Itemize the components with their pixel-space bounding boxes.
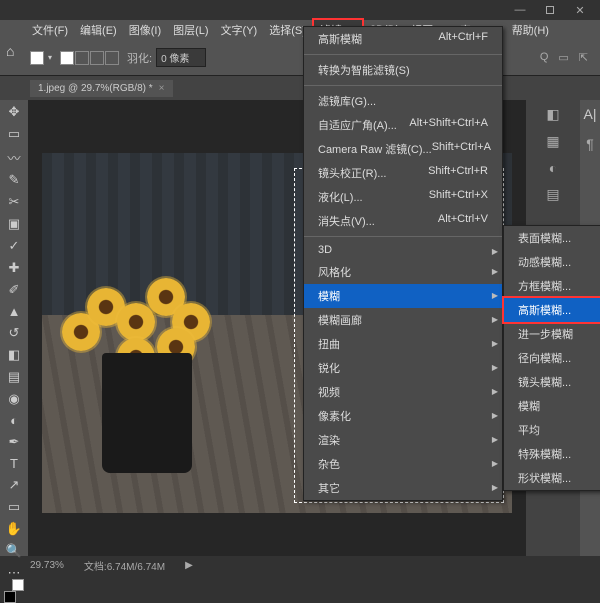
close-button[interactable]: ✕ — [565, 0, 595, 20]
adjustments-panel-icon[interactable]: ◐ — [549, 160, 557, 176]
menu-type[interactable]: 文字(Y) — [215, 20, 264, 40]
color-panel-icon[interactable]: ◧ — [546, 106, 559, 123]
blur-surface[interactable]: 表面模糊... — [504, 226, 600, 250]
filter-sharpen[interactable]: 锐化 — [304, 356, 502, 380]
frame-tool-icon[interactable]: ▣ — [5, 216, 23, 232]
paragraph-panel-icon[interactable]: ¶ — [586, 136, 594, 152]
share-icon[interactable]: ⇱ — [579, 51, 588, 64]
blur-simple[interactable]: 模糊 — [504, 394, 600, 418]
doc-info: 文档:6.74M/6.74M — [84, 558, 165, 573]
menu-image[interactable]: 图像(I) — [123, 20, 167, 40]
menu-edit[interactable]: 编辑(E) — [74, 20, 123, 40]
feather-input[interactable]: 0 像素 — [156, 48, 206, 67]
blur-box[interactable]: 方框模糊... — [504, 274, 600, 298]
filter-last-gaussian[interactable]: 高斯模糊Alt+Ctrl+F — [304, 27, 502, 51]
menubar: ⌂ 文件(F) 编辑(E) 图像(I) 图层(L) 文字(Y) 选择(S) 滤镜… — [0, 20, 600, 40]
hand-tool-icon[interactable]: ✋ — [5, 521, 23, 537]
maximize-button[interactable] — [535, 0, 565, 20]
blur-gaussian[interactable]: 高斯模糊... — [504, 298, 600, 322]
crop-tool-icon[interactable]: ✂ — [5, 194, 23, 210]
lasso-tool-icon[interactable]: 〰 — [5, 148, 23, 166]
window-titlebar: — ✕ — [0, 0, 600, 20]
gradient-tool-icon[interactable]: ▤ — [5, 369, 23, 385]
quick-select-tool-icon[interactable]: ✎ — [5, 172, 23, 188]
tools-panel: ✥ ▭ 〰 ✎ ✂ ▣ ✓ ✚ ✐ ▲ ↺ ◧ ▤ ◉ ◐ ✒ T ↗ ▭ ✋ … — [0, 100, 28, 556]
blur-tool-icon[interactable]: ◉ — [5, 391, 23, 407]
path-tool-icon[interactable]: ↗ — [5, 477, 23, 493]
document-tab[interactable]: 1.jpeg @ 29.7%(RGB/8) * × — [30, 80, 173, 97]
filter-camera-raw[interactable]: Camera Raw 滤镜(C)...Shift+Ctrl+A — [304, 137, 502, 161]
move-tool-icon[interactable]: ✥ — [5, 104, 23, 120]
brush-tool-icon[interactable]: ✐ — [5, 282, 23, 298]
document-title: 1.jpeg @ 29.7%(RGB/8) * — [38, 83, 153, 94]
blur-radial[interactable]: 径向模糊... — [504, 346, 600, 370]
filter-blur[interactable]: 模糊 — [304, 284, 502, 308]
filter-pixelate[interactable]: 像素化 — [304, 404, 502, 428]
stamp-tool-icon[interactable]: ▲ — [5, 304, 23, 319]
zoom-readout[interactable]: 29.73% — [30, 560, 64, 571]
blur-average[interactable]: 平均 — [504, 418, 600, 442]
document-tabs: 1.jpeg @ 29.7%(RGB/8) * × — [0, 76, 600, 100]
filter-noise[interactable]: 杂色 — [304, 452, 502, 476]
pen-tool-icon[interactable]: ✒ — [5, 434, 23, 450]
minimize-button[interactable]: — — [505, 0, 535, 20]
shape-tool-icon[interactable]: ▭ — [5, 499, 23, 515]
blur-submenu: 表面模糊... 动感模糊... 方框模糊... 高斯模糊... 进一步模糊 径向… — [503, 225, 600, 491]
ps-home-icon[interactable]: ⌂ — [6, 43, 14, 59]
blur-motion[interactable]: 动感模糊... — [504, 250, 600, 274]
filter-liquify[interactable]: 液化(L)...Shift+Ctrl+X — [304, 185, 502, 209]
blur-shape[interactable]: 形状模糊... — [504, 466, 600, 490]
filter-lens-correction[interactable]: 镜头校正(R)...Shift+Ctrl+R — [304, 161, 502, 185]
filter-adaptive-wide[interactable]: 自适应广角(A)...Alt+Shift+Ctrl+A — [304, 113, 502, 137]
filter-gallery[interactable]: 滤镜库(G)... — [304, 89, 502, 113]
filter-blur-gallery[interactable]: 模糊画廊 — [304, 308, 502, 332]
options-bar: ▾ 羽化: 0 像素 Q ▭ ⇱ — [0, 40, 600, 76]
menu-file[interactable]: 文件(F) — [26, 20, 74, 40]
close-tab-icon[interactable]: × — [159, 83, 165, 94]
filter-convert-smart[interactable]: 转换为智能滤镜(S) — [304, 58, 502, 82]
search-icon[interactable]: Q — [540, 51, 549, 64]
eraser-tool-icon[interactable]: ◧ — [5, 347, 23, 363]
filter-menu-dropdown: 高斯模糊Alt+Ctrl+F 转换为智能滤镜(S) 滤镜库(G)... 自适应广… — [303, 26, 503, 501]
blur-further[interactable]: 进一步模糊 — [504, 322, 600, 346]
layers-panel-icon[interactable]: ▤ — [546, 186, 559, 203]
heal-tool-icon[interactable]: ✚ — [5, 260, 23, 276]
filter-video[interactable]: 视频 — [304, 380, 502, 404]
filter-3d[interactable]: 3D — [304, 240, 502, 260]
marquee-tool-icon[interactable]: ▭ — [5, 126, 23, 142]
character-panel-icon[interactable]: A| — [584, 106, 597, 122]
filter-stylize[interactable]: 风格化 — [304, 260, 502, 284]
dodge-tool-icon[interactable]: ◐ — [5, 413, 23, 428]
filter-render[interactable]: 渲染 — [304, 428, 502, 452]
menu-layer[interactable]: 图层(L) — [167, 20, 214, 40]
status-bar: 29.73% 文档:6.74M/6.74M ▶ — [0, 556, 600, 574]
swatches-panel-icon[interactable]: ▦ — [546, 133, 559, 150]
filter-distort[interactable]: 扭曲 — [304, 332, 502, 356]
status-arrow-icon[interactable]: ▶ — [185, 560, 193, 571]
menu-help[interactable]: 帮助(H) — [506, 20, 555, 40]
zoom-tool-icon[interactable]: 🔍 — [5, 543, 23, 559]
blur-special[interactable]: 特殊模糊... — [504, 442, 600, 466]
frame-icon[interactable]: ▭ — [558, 51, 568, 64]
filter-vanishing[interactable]: 消失点(V)...Alt+Ctrl+V — [304, 209, 502, 233]
type-tool-icon[interactable]: T — [5, 456, 23, 471]
filter-other[interactable]: 其它 — [304, 476, 502, 500]
eyedropper-tool-icon[interactable]: ✓ — [5, 238, 23, 254]
history-brush-tool-icon[interactable]: ↺ — [5, 325, 23, 341]
blur-lens[interactable]: 镜头模糊... — [504, 370, 600, 394]
feather-label: 羽化: — [127, 50, 152, 66]
